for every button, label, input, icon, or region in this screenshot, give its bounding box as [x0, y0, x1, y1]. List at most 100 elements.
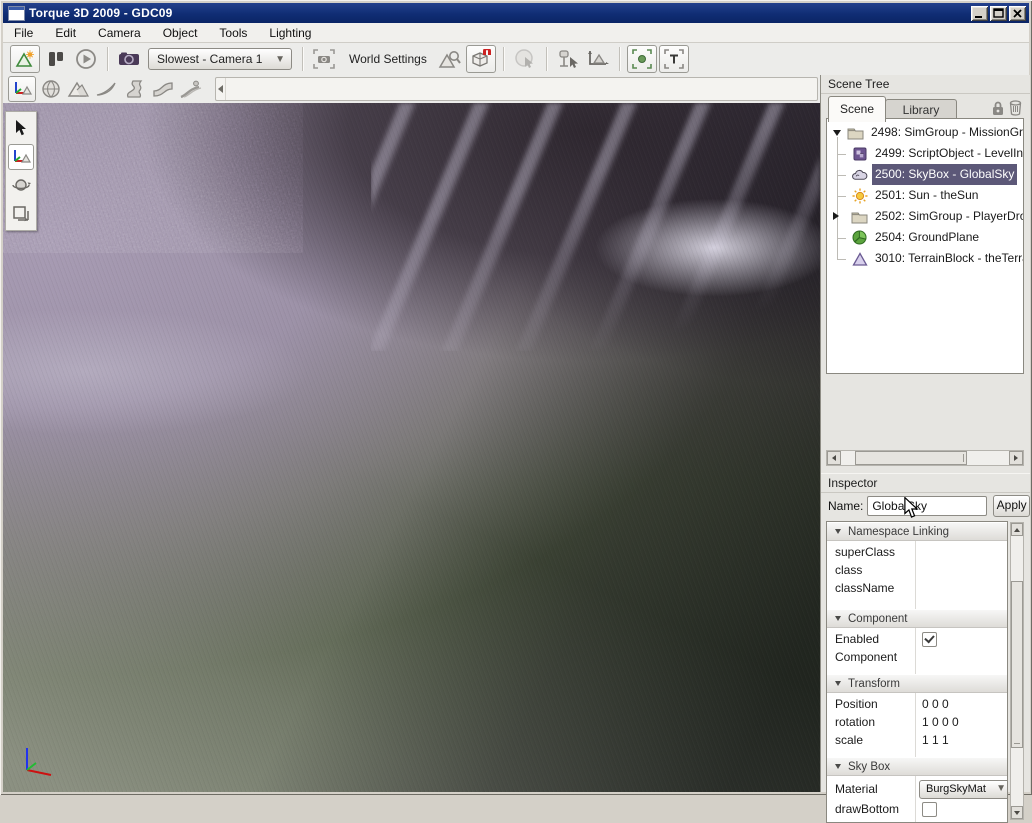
globe-button[interactable]: [38, 77, 64, 101]
lamp-cursor-icon: [556, 49, 580, 69]
move-tool-button[interactable]: [8, 144, 34, 170]
bounds-render-button[interactable]: [627, 45, 657, 73]
camera-button[interactable]: [115, 46, 143, 72]
toolbar-separator: [503, 47, 504, 71]
tree-item-terrainblock[interactable]: 3010: TerrainBlock - theTerrai: [827, 248, 1023, 269]
property-row-class[interactable]: class: [827, 561, 1007, 579]
world-editor-button[interactable]: [10, 45, 40, 73]
window-title: Torque 3D 2009 - GDC09: [29, 6, 969, 20]
property-label: scale: [835, 731, 863, 749]
property-row-enabled[interactable]: Enabled: [827, 630, 1007, 648]
property-row-drawbottom[interactable]: drawBottom: [827, 800, 1007, 818]
title-bar[interactable]: Torque 3D 2009 - GDC09: [3, 3, 1029, 23]
scene-noise-texture: [3, 103, 303, 253]
scroll-up-button[interactable]: [1011, 523, 1023, 536]
menu-edit[interactable]: Edit: [44, 24, 87, 42]
section-header-component[interactable]: Component: [827, 609, 1007, 628]
tree-item-thesun[interactable]: 2501: Sun - theSun: [827, 185, 1023, 206]
expander-down-icon[interactable]: [833, 130, 841, 136]
scroll-right-button[interactable]: [1009, 451, 1023, 465]
property-row-scale[interactable]: scale 1 1 1: [827, 731, 1007, 749]
material-dropdown[interactable]: BurgSkyMat ▼: [919, 780, 1008, 799]
text-render-button[interactable]: [659, 45, 689, 73]
decal-road-icon: [179, 80, 203, 98]
property-row-superclass[interactable]: superClass: [827, 543, 1007, 561]
property-row-component[interactable]: Component: [827, 648, 1007, 666]
menu-camera[interactable]: Camera: [87, 24, 152, 42]
name-input[interactable]: [867, 496, 987, 516]
property-row-position[interactable]: Position 0 0 0: [827, 695, 1007, 713]
mountain-zoom-button[interactable]: [436, 46, 464, 72]
property-value[interactable]: 1 1 1: [922, 731, 949, 749]
editor-left-column: [3, 75, 820, 792]
frame-camera-button[interactable]: [310, 46, 338, 72]
window-icon: [8, 6, 25, 21]
folder-closed-icon: [851, 209, 868, 225]
menu-file[interactable]: File: [3, 24, 44, 42]
property-value[interactable]: 0 0 0: [922, 695, 949, 713]
axes-mountain-button[interactable]: [584, 46, 612, 72]
section-header-transform[interactable]: Transform: [827, 674, 1007, 693]
tree-item-globalsky[interactable]: 2500: SkyBox - GlobalSky: [827, 164, 1023, 185]
menu-tools[interactable]: Tools: [208, 24, 258, 42]
play-button[interactable]: [72, 46, 100, 72]
property-label: className: [835, 579, 894, 597]
property-row-material[interactable]: Material BurgSkyMat ▼: [827, 778, 1007, 800]
decal-road-button[interactable]: [178, 77, 204, 101]
tree-item-playerdrop[interactable]: 2502: SimGroup - PlayerDropP: [827, 206, 1023, 227]
move-axes-button[interactable]: [8, 76, 36, 102]
property-row-rotation[interactable]: rotation 1 0 0 0: [827, 713, 1007, 731]
drawbottom-checkbox[interactable]: [922, 802, 937, 817]
maximize-icon: [990, 6, 1007, 21]
collapse-arrow-icon: [835, 529, 841, 534]
layout-panels-button[interactable]: [42, 46, 70, 72]
lamp-cursor-button[interactable]: [554, 46, 582, 72]
tree-item-groundplane[interactable]: 2504: GroundPlane: [827, 227, 1023, 248]
lock-icon[interactable]: [991, 101, 1005, 116]
scrollbar-thumb[interactable]: [855, 451, 967, 465]
select-tool-button[interactable]: [9, 116, 33, 140]
river-icon: [124, 80, 146, 98]
rotate-tool-button[interactable]: [9, 174, 33, 198]
tree-item-levelinfo[interactable]: 2499: ScriptObject - LevelInfo: [827, 143, 1023, 164]
toolbar-separator: [619, 47, 620, 71]
maximize-button[interactable]: [990, 6, 1007, 21]
terrain-button[interactable]: [66, 77, 92, 101]
enabled-checkbox[interactable]: [922, 632, 937, 647]
minimize-button[interactable]: [971, 6, 988, 21]
close-button[interactable]: [1009, 6, 1026, 21]
tree-item-label: 2502: SimGroup - PlayerDropP: [872, 206, 1024, 227]
section-header-namespace-linking[interactable]: Namespace Linking: [827, 522, 1007, 541]
road-button[interactable]: [150, 77, 176, 101]
menu-object[interactable]: Object: [152, 24, 209, 42]
menu-lighting[interactable]: Lighting: [258, 24, 322, 42]
scrollbar-thumb[interactable]: [1011, 581, 1023, 748]
property-value[interactable]: 1 0 0 0: [922, 713, 959, 731]
tab-scene[interactable]: Scene: [828, 96, 886, 122]
section-header-sky-box[interactable]: Sky Box: [827, 757, 1007, 776]
folder-open-icon: [847, 125, 864, 141]
3d-viewport[interactable]: [3, 103, 820, 792]
toolbar-tray: [215, 77, 818, 101]
circle-cursor-button[interactable]: [511, 46, 539, 72]
layout-panels-icon: [47, 51, 65, 67]
camera-speed-dropdown[interactable]: Slowest - Camera 1 ▼: [148, 48, 292, 70]
collapse-arrow-icon: [835, 616, 841, 621]
tray-collapse-handle[interactable]: [216, 78, 226, 100]
river-button[interactable]: [122, 77, 148, 101]
tree-item-missiongroup[interactable]: 2498: SimGroup - MissionGroup: [827, 122, 1023, 143]
property-row-classname[interactable]: className: [827, 579, 1007, 597]
paint-pen-button[interactable]: [94, 77, 120, 101]
tree-horizontal-scrollbar[interactable]: [826, 450, 1024, 466]
scroll-left-button[interactable]: [827, 451, 841, 465]
scale-tool-button[interactable]: [9, 202, 33, 226]
apply-button[interactable]: Apply: [993, 495, 1030, 517]
road-icon: [152, 80, 174, 98]
inspector-vertical-scrollbar[interactable]: [1010, 522, 1024, 820]
cube-magnet-button[interactable]: [466, 45, 496, 73]
scroll-down-button[interactable]: [1011, 806, 1023, 819]
text-render-icon: [664, 49, 684, 69]
tree-guide-tick: [837, 154, 846, 155]
trash-icon[interactable]: [1009, 100, 1022, 116]
expander-right-icon[interactable]: [833, 212, 839, 220]
